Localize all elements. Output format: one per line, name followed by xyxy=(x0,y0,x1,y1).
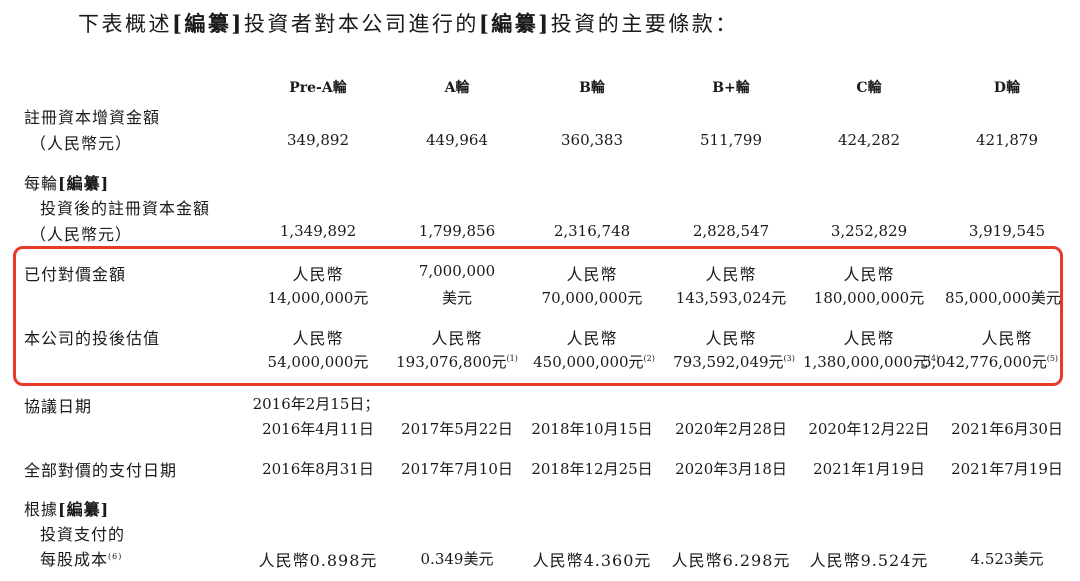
table-cell: 2016年8月31日 xyxy=(262,460,374,478)
table-cell: 2017年7月10日 xyxy=(401,460,513,478)
table-cell: 人民幣6.298元 xyxy=(671,551,791,570)
label-redacted: [編纂] xyxy=(58,174,110,193)
row-label-payment-date: 全部對價的支付日期 xyxy=(24,461,178,480)
table-cell: 14,000,000元 xyxy=(267,289,369,307)
table-cell: 85,000,000美元 xyxy=(945,289,1061,307)
table-cell: 2021年6月30日 xyxy=(951,420,1063,438)
table-cell: 0.349美元 xyxy=(420,550,494,568)
table-cell: 3,919,545 xyxy=(968,222,1046,240)
table-cell: 2016年4月11日 xyxy=(262,420,374,438)
table-cell: 2017年5月22日 xyxy=(401,420,513,438)
cell-value: 1,380,000,000元 xyxy=(802,353,928,371)
row-label-unit: （人民幣元） xyxy=(30,225,133,244)
table-cell: 2016年2月15日； xyxy=(252,395,380,413)
col-header-a: A輪 xyxy=(444,80,470,96)
table-cell: 54,000,000元 xyxy=(243,351,393,372)
row-label-valuation: 本公司的投後估值 xyxy=(24,329,161,348)
row-label-agreement-date: 協議日期 xyxy=(24,397,93,416)
table-cell: 人民幣 xyxy=(705,265,757,284)
table-cell: 美元 xyxy=(441,289,472,307)
table-cell: 人民幣 xyxy=(981,329,1033,348)
intro-part3: 投資的主要條款： xyxy=(550,12,739,36)
table-cell: 449,964 xyxy=(425,131,489,149)
table-cell: 2021年1月19日 xyxy=(813,460,925,478)
table-cell: 人民幣 xyxy=(566,265,618,284)
table-cell: 180,000,000元 xyxy=(813,289,925,307)
table-cell: 2,828,547 xyxy=(692,222,770,240)
table-cell: 人民幣0.898元 xyxy=(258,551,378,570)
table-cell: 5,042,776,000元(5) xyxy=(910,351,1070,372)
footnote-ref: (1) xyxy=(506,354,518,363)
cell-value: 793,592,049元 xyxy=(673,353,784,371)
table-cell: 1,799,856 xyxy=(418,222,496,240)
label-text: 每股成本 xyxy=(40,550,109,569)
table-cell: 2,316,748 xyxy=(553,222,631,240)
table-cell: 2021年7月19日 xyxy=(951,460,1063,478)
cell-value: 54,000,000元 xyxy=(267,353,369,371)
intro-sentence: 下表概述[編纂]投資者對本公司進行的[編纂]投資的主要條款： xyxy=(78,8,739,38)
intro-part1: 下表概述 xyxy=(78,12,172,36)
label-text: 根據 xyxy=(24,500,59,519)
table-cell: 7,000,000 xyxy=(418,262,496,280)
col-header-d: D輪 xyxy=(993,80,1021,96)
footnote-ref: (5) xyxy=(1046,354,1059,363)
table-cell: 1,349,892 xyxy=(279,222,357,240)
col-header-b: B輪 xyxy=(579,80,605,96)
row-label-post-capital: 每輪[編纂] xyxy=(24,170,109,194)
col-header-c: C輪 xyxy=(856,80,882,96)
label-text: 每輪 xyxy=(24,174,59,193)
table-cell: 人民幣9.524元 xyxy=(809,551,929,570)
table-cell: 421,879 xyxy=(975,131,1039,149)
table-cell: 793,592,049元(3) xyxy=(659,351,809,372)
col-header-b-plus: B+輪 xyxy=(712,80,750,96)
table-cell: 4.523美元 xyxy=(970,550,1044,568)
row-label-cost-per-share-line2: 投資支付的 xyxy=(40,525,126,544)
table-cell: 360,383 xyxy=(560,131,624,149)
table-cell: 人民幣 xyxy=(843,329,895,348)
table-cell: 人民幣 xyxy=(292,265,344,284)
footnote-ref: (2) xyxy=(643,354,655,363)
table-cell: 2020年3月18日 xyxy=(675,460,787,478)
row-label-consideration: 已付對價金額 xyxy=(24,265,127,284)
table-cell: 349,892 xyxy=(286,131,350,149)
cell-value: 450,000,000元 xyxy=(533,353,644,371)
row-label-capital-increase: 註冊資本增資金額 xyxy=(24,108,161,127)
table-cell: 人民幣 xyxy=(431,329,483,348)
table-cell: 2020年2月28日 xyxy=(675,420,787,438)
table-cell: 3,252,829 xyxy=(830,222,908,240)
row-label-post-capital-line2: 投資後的註冊資本金額 xyxy=(40,199,211,218)
table-cell: 人民幣 xyxy=(292,329,344,348)
table-cell: 193,076,800元(1) xyxy=(382,351,532,372)
row-label-unit: （人民幣元） xyxy=(30,134,133,153)
table-cell: 2018年12月25日 xyxy=(531,460,653,478)
table-cell: 450,000,000元(2) xyxy=(519,351,669,372)
table-cell: 511,799 xyxy=(699,131,763,149)
table-cell: 143,593,024元 xyxy=(675,289,787,307)
table-cell: 70,000,000元 xyxy=(541,289,643,307)
footnote-ref: (3) xyxy=(783,354,795,363)
label-redacted: [編纂] xyxy=(58,500,110,519)
table-cell: 人民幣 xyxy=(566,329,618,348)
cell-value: 5,042,776,000元 xyxy=(921,353,1047,371)
table-cell: 人民幣 xyxy=(843,265,895,284)
table-cell: 2020年12月22日 xyxy=(808,420,930,438)
intro-redacted-1: [編纂] xyxy=(172,11,244,36)
cell-value: 193,076,800元 xyxy=(396,353,507,371)
col-header-pre-a: Pre-A輪 xyxy=(289,80,347,96)
intro-part2: 投資者對本公司進行的 xyxy=(243,12,479,36)
intro-redacted-2: [編纂] xyxy=(478,11,551,36)
row-label-cost-per-share-line3: 每股成本(6) xyxy=(40,546,122,570)
table-cell: 人民幣 xyxy=(705,329,757,348)
footnote-ref: (6) xyxy=(108,552,123,561)
table-cell: 人民幣4.360元 xyxy=(532,551,652,570)
table-cell: 2018年10月15日 xyxy=(531,420,653,438)
row-label-cost-per-share: 根據[編纂] xyxy=(24,496,109,520)
table-cell: 424,282 xyxy=(837,131,901,149)
